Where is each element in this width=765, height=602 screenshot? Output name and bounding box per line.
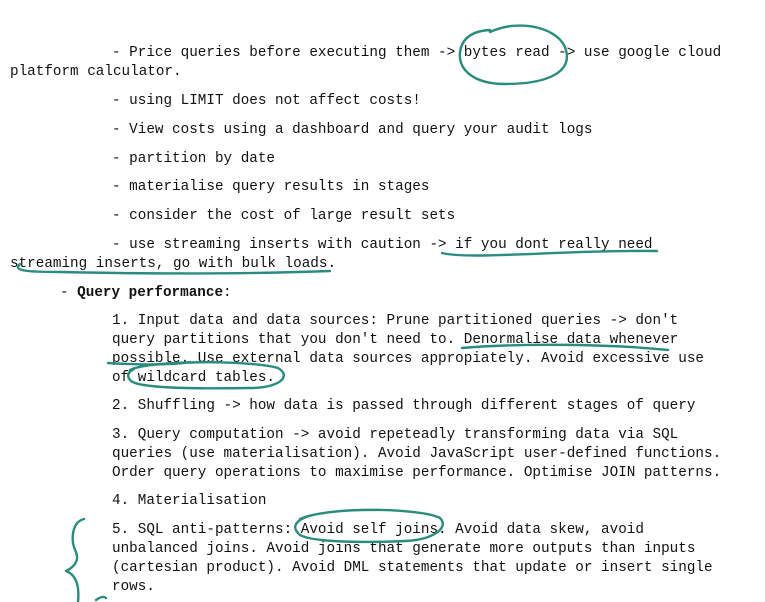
brace-tick bbox=[94, 595, 108, 602]
perf-item-5-line-4: rows. bbox=[112, 579, 155, 595]
cost-tip-materialise: - materialise query results in stages bbox=[112, 179, 430, 195]
cost-tip-dashboard: - View costs using a dashboard and query… bbox=[112, 122, 593, 138]
perf-item-5-line-1: 5. SQL anti-patterns: Avoid self joins. … bbox=[112, 522, 644, 538]
cost-tip-price-queries: - Price queries before executing them ->… bbox=[112, 45, 722, 61]
heading-colon: : bbox=[223, 285, 232, 301]
perf-item-3-line-1: 3. Query computation -> avoid repeteadly… bbox=[112, 427, 679, 443]
perf-item-4: 4. Materialisation bbox=[112, 493, 267, 509]
perf-item-1-line-1: 1. Input data and data sources: Prune pa… bbox=[112, 313, 679, 329]
cost-tip-partition: - partition by date bbox=[112, 151, 276, 167]
cost-tip-result-sets: - consider the cost of large result sets bbox=[112, 208, 456, 224]
perf-item-2: 2. Shuffling -> how data is passed throu… bbox=[112, 398, 696, 414]
cost-tip-limit: - using LIMIT does not affect costs! bbox=[112, 93, 421, 109]
perf-item-3-line-2: queries (use materialisation). Avoid Jav… bbox=[112, 446, 722, 462]
curly-brace bbox=[64, 517, 86, 602]
perf-item-5-line-3: (cartesian product). Avoid DML statement… bbox=[112, 560, 713, 576]
perf-item-3-line-3: Order query operations to maximise perfo… bbox=[112, 465, 722, 481]
section-heading-line: - Query performance: bbox=[60, 284, 232, 303]
perf-item-1-line-4: of wildcard tables. bbox=[112, 370, 276, 386]
cost-tip-streaming-cont: streaming inserts, go with bulk loads. bbox=[10, 256, 337, 272]
section-heading: Query performance bbox=[77, 285, 224, 301]
heading-bullet: - bbox=[60, 285, 78, 301]
perf-item-1-line-2: query partitions that you don't need to.… bbox=[112, 332, 679, 348]
cost-tip-price-queries-cont: platform calculator. bbox=[10, 64, 182, 80]
cost-tip-streaming: - use streaming inserts with caution -> … bbox=[112, 237, 653, 253]
perf-item-1-line-3: possible. Use external data sources appr… bbox=[112, 351, 704, 367]
perf-item-5-line-2: unbalanced joins. Avoid joins that gener… bbox=[112, 541, 696, 557]
